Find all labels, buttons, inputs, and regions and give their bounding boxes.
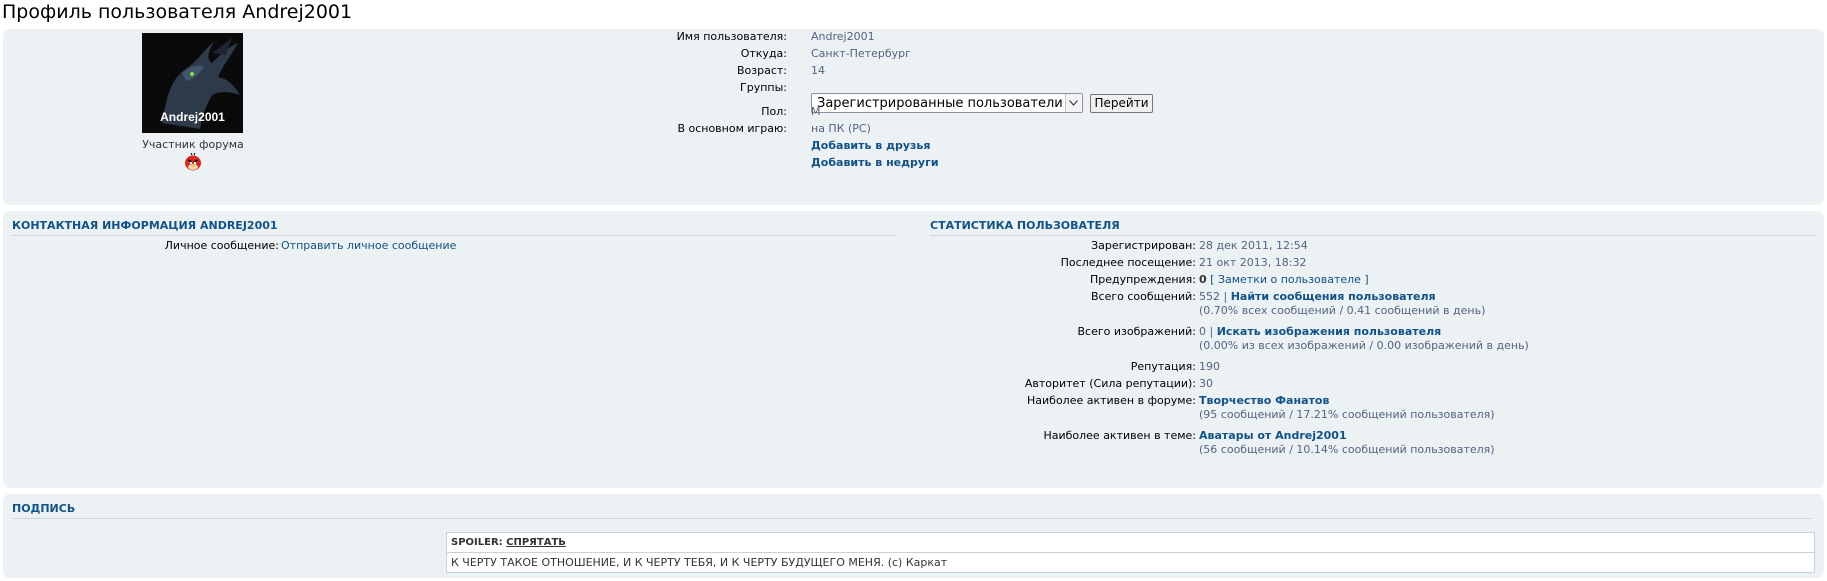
age-label: Возраст: <box>736 64 787 77</box>
active-forum-subtext: (95 сообщений / 17.21% сообщений пользов… <box>1199 408 1495 421</box>
images-label: Всего изображений: <box>1077 325 1196 338</box>
chevron-down-icon <box>1065 94 1082 112</box>
platform-label: В основном играю: <box>677 122 787 135</box>
platform-value: на ПК (PC) <box>811 122 871 135</box>
add-foe-link[interactable]: Добавить в недруги <box>811 156 939 170</box>
info-panel: КОНТАКТНАЯ ИНФОРМАЦИЯ ANDREJ2001 Личное … <box>3 211 1824 488</box>
images-separator: | <box>1209 325 1214 338</box>
page-title: Профиль пользователя Andrej2001 <box>2 1 353 23</box>
authority-value: 30 <box>1199 377 1213 390</box>
spoiler-label: SPOILER: <box>451 537 503 548</box>
contact-heading: КОНТАКТНАЯ ИНФОРМАЦИЯ ANDREJ2001 <box>12 219 895 236</box>
avatar: Andrej2001 <box>142 33 243 133</box>
groups-label: Группы: <box>740 81 787 94</box>
gender-label: Пол: <box>761 105 787 118</box>
posts-separator: | <box>1223 290 1228 303</box>
find-posts-link[interactable]: Найти сообщения пользователя <box>1231 290 1436 303</box>
registered-label: Зарегистрирован: <box>1091 239 1196 252</box>
warnings-row: 0 [ Заметки о пользователе ] <box>1199 273 1369 287</box>
images-value: 0 <box>1199 325 1206 338</box>
posts-label: Всего сообщений: <box>1091 290 1196 303</box>
groups-select[interactable]: Зарегистрированные пользователи <box>811 93 1083 113</box>
active-topic-link[interactable]: Аватары от Andrej2001 <box>1199 429 1347 443</box>
username-label: Имя пользователя: <box>676 30 787 43</box>
active-topic-label: Наиболее активен в теме: <box>1043 429 1196 442</box>
last-visit-value: 21 окт 2013, 18:32 <box>1199 256 1307 269</box>
groups-selected-value: Зарегистрированные пользователи <box>817 96 1063 111</box>
posts-value: 552 <box>1199 290 1220 303</box>
spoiler-header: SPOILER: СПРЯТАТЬ <box>451 537 566 548</box>
find-images-link[interactable]: Искать изображения пользователя <box>1217 325 1441 338</box>
add-friend-link[interactable]: Добавить в друзья <box>811 139 930 153</box>
active-forum-link[interactable]: Творчество Фанатов <box>1199 394 1329 408</box>
stats-heading: СТАТИСТИКА ПОЛЬЗОВАТЕЛЯ <box>930 219 1815 236</box>
reputation-value: 190 <box>1199 360 1220 373</box>
posts-subtext: (0.70% всех сообщений / 0.41 сообщений в… <box>1199 304 1486 317</box>
location-label: Откуда: <box>740 47 787 60</box>
registered-value: 28 дек 2011, 12:54 <box>1199 239 1308 252</box>
authority-label: Авторитет (Сила репутации): <box>1024 377 1196 390</box>
location-value: Санкт-Петербург <box>811 47 911 60</box>
signature-panel: ПОДПИСЬ SPOILER: СПРЯТАТЬ К ЧЕРТУ ТАКОЕ … <box>3 494 1824 578</box>
active-forum-label: Наиболее активен в форуме: <box>1027 394 1196 407</box>
warnings-value: 0 <box>1199 273 1207 286</box>
warnings-label: Предупреждения: <box>1089 273 1196 286</box>
go-button[interactable]: Перейти <box>1090 94 1153 113</box>
pm-label: Личное сообщение: <box>164 239 279 252</box>
reputation-label: Репутация: <box>1130 360 1196 373</box>
signature-text: К ЧЕРТУ ТАКОЕ ОТНОШЕНИЕ, И К ЧЕРТУ ТЕБЯ,… <box>451 556 948 569</box>
username-value: Andrej2001 <box>811 30 875 43</box>
spoiler-divider <box>447 552 1814 553</box>
avatar-caption: Andrej2001 <box>160 110 225 124</box>
posts-row: 552 | Найти сообщения пользователя <box>1199 290 1436 304</box>
spoiler-hide-toggle[interactable]: СПРЯТАТЬ <box>506 537 566 548</box>
active-topic-subtext: (56 сообщений / 10.14% сообщений пользов… <box>1199 443 1495 456</box>
signature-heading: ПОДПИСЬ <box>12 502 1812 519</box>
rank-title: Участник форума <box>142 138 244 151</box>
images-row: 0 | Искать изображения пользователя <box>1199 325 1441 339</box>
profile-panel: Andrej2001 Участник форума Имя пользоват… <box>3 29 1824 205</box>
spoiler-box: SPOILER: СПРЯТАТЬ К ЧЕРТУ ТАКОЕ ОТНОШЕНИ… <box>446 532 1815 573</box>
send-pm-link[interactable]: Отправить личное сообщение <box>281 239 456 253</box>
age-value: 14 <box>811 64 825 77</box>
images-subtext: (0.00% из всех изображений / 0.00 изобра… <box>1199 339 1529 352</box>
last-visit-label: Последнее посещение: <box>1060 256 1196 269</box>
angry-bird-icon <box>185 153 201 171</box>
user-notes-link[interactable]: [ Заметки о пользователе ] <box>1210 273 1369 286</box>
gender-value: М <box>811 105 821 118</box>
